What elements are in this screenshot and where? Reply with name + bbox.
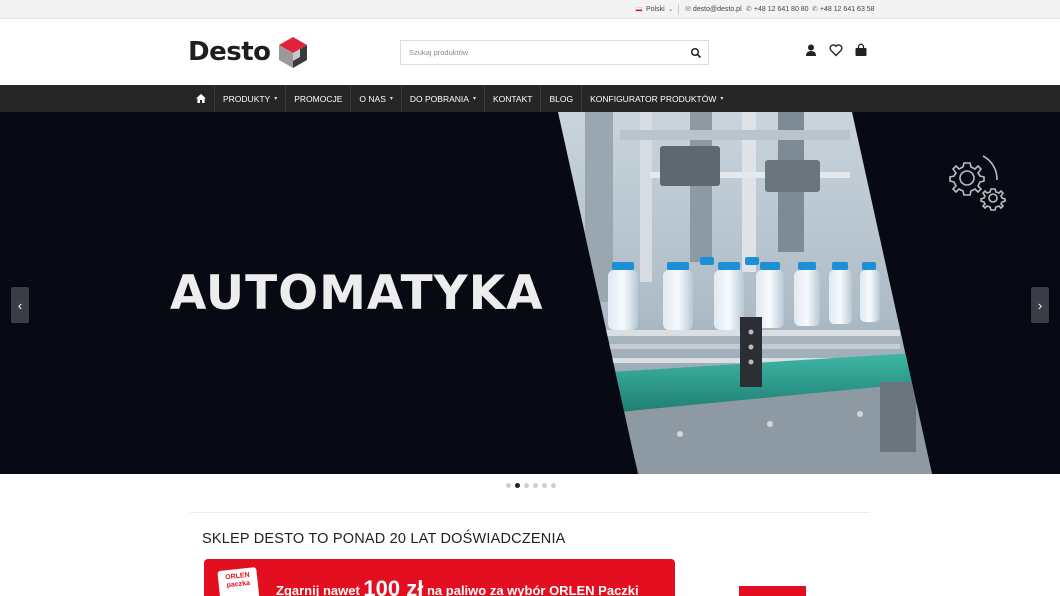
- slider-dot-1[interactable]: [506, 483, 511, 488]
- email-link[interactable]: ✉ desto@desto.pl: [685, 5, 742, 14]
- shopping-bag-icon[interactable]: [854, 43, 868, 57]
- nav-item-produkty[interactable]: PRODUKTY ▾: [215, 85, 287, 112]
- slider-dot-2[interactable]: [515, 483, 520, 488]
- section-divider: [190, 512, 870, 513]
- chevron-down-icon: ▾: [720, 96, 724, 102]
- slider-prev-button[interactable]: ‹: [11, 287, 29, 323]
- search-input[interactable]: [401, 41, 671, 64]
- email-text: desto@desto.pl: [692, 5, 742, 13]
- chevron-down-icon: ▾: [274, 96, 278, 102]
- nav-item-promocje[interactable]: PROMOCJE: [286, 85, 352, 112]
- nav-label: KONFIGURATOR PRODUKTÓW: [590, 93, 717, 104]
- site-header: Desto: [0, 19, 1060, 85]
- search-icon[interactable]: [690, 47, 702, 59]
- nav-home[interactable]: [188, 85, 215, 112]
- banner-amount: 100 zł: [363, 576, 424, 596]
- logo-text: Desto: [188, 37, 271, 67]
- nav-label: PRODUKTY: [223, 93, 271, 104]
- orlen-promo-banner[interactable]: ORLEN paczka Zgarnij nawet 100 zł na pal…: [204, 559, 675, 596]
- nav-label: PROMOCJE: [294, 93, 343, 104]
- user-icon[interactable]: [804, 43, 818, 57]
- nav-item-konfigurator[interactable]: KONFIGURATOR PRODUKTÓW ▾: [582, 85, 731, 112]
- gears-icon: [949, 155, 1006, 211]
- slider-dot-5[interactable]: [542, 483, 547, 488]
- home-icon: [196, 94, 206, 103]
- slider-pagination: [506, 483, 556, 488]
- slider-dot-3[interactable]: [524, 483, 529, 488]
- banner-text-after: na paliwo za wybór ORLEN Paczki: [426, 583, 639, 596]
- chevron-down-icon: ▾: [389, 96, 393, 102]
- side-promo-badge[interactable]: [739, 586, 806, 596]
- language-selector[interactable]: Polski ⌄: [635, 5, 674, 13]
- hero-title: AUTOMATYKA: [170, 266, 544, 321]
- phone-icon: ✆: [746, 6, 752, 13]
- header-icons: [804, 43, 868, 57]
- slider-next-button[interactable]: ›: [1031, 287, 1049, 323]
- cube-logo-icon: [279, 37, 308, 68]
- nav-item-do-pobrania[interactable]: DO POBRANIA ▾: [402, 85, 485, 112]
- nav-item-o-nas[interactable]: O NAS ▾: [351, 85, 402, 112]
- slider-dot-4[interactable]: [533, 483, 538, 488]
- language-label: Polski: [646, 5, 665, 13]
- phone-text-2: +48 12 641 63 58: [819, 5, 875, 13]
- divider: [678, 4, 679, 15]
- nav-label: DO POBRANIA: [409, 93, 469, 104]
- chevron-down-icon: ⌄: [667, 6, 674, 13]
- poland-flag-icon: [635, 6, 643, 12]
- chevron-left-icon: ‹: [17, 297, 23, 313]
- top-utility-bar: Polski ⌄ ✉ desto@desto.pl ✆ +48 12 641 8…: [0, 0, 1060, 19]
- orlen-logo-line2: paczka: [226, 579, 251, 590]
- main-navigation: PRODUKTY ▾ PROMOCJE O NAS ▾ DO POBRANIA ▾ K…: [0, 85, 1060, 112]
- phone-link-1[interactable]: ✆ +48 12 641 80 80: [746, 5, 809, 14]
- phone-text-1: +48 12 641 80 80: [753, 5, 809, 13]
- nav-label: O NAS: [359, 93, 386, 104]
- nav-label: BLOG: [549, 93, 574, 104]
- site-logo[interactable]: Desto: [188, 35, 310, 69]
- search-box: [400, 40, 709, 65]
- nav-item-kontakt[interactable]: KONTAKT: [485, 85, 542, 112]
- banner-text: Zgarnij nawet 100 zł na paliwo za wybór …: [276, 575, 639, 596]
- orlen-paczka-logo: ORLEN paczka: [217, 567, 260, 596]
- chevron-right-icon: ›: [1037, 297, 1043, 313]
- heart-icon[interactable]: [829, 43, 843, 57]
- chevron-down-icon: ▾: [472, 96, 476, 102]
- section-title: SKLEP DESTO TO PONAD 20 LAT DOŚWIADCZENI…: [202, 531, 566, 547]
- phone-link-2[interactable]: ✆ +48 12 641 63 58: [812, 5, 875, 14]
- banner-text-before: Zgarnij nawet: [276, 583, 360, 596]
- envelope-icon: ✉: [685, 6, 691, 13]
- phone-icon: ✆: [812, 6, 818, 13]
- hero-slider: AUTOMATYKA ‹ ›: [0, 112, 1060, 474]
- slider-dot-6[interactable]: [551, 483, 556, 488]
- nav-label: KONTAKT: [492, 93, 533, 104]
- nav-item-blog[interactable]: BLOG: [541, 85, 583, 112]
